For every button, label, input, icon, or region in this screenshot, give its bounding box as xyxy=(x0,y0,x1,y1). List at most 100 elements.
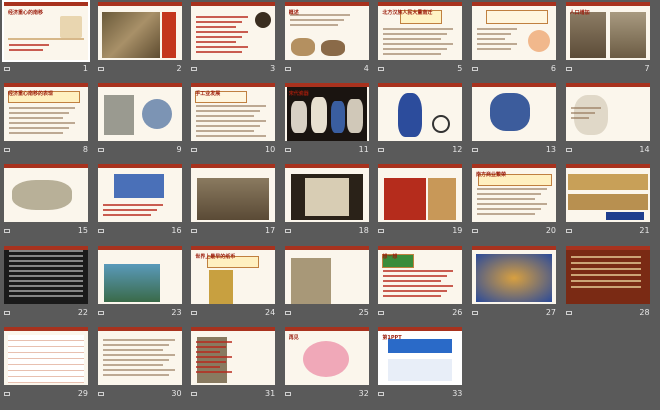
slide-title: 概述 xyxy=(288,10,299,16)
slide-thumbnail-26[interactable]: 想一想 xyxy=(378,245,463,304)
text-line xyxy=(196,350,221,353)
text-line xyxy=(9,294,83,297)
slide-thumbnail-6[interactable] xyxy=(472,2,556,60)
slide-thumbnail-16[interactable] xyxy=(97,164,182,223)
slide-thumbnail-13[interactable] xyxy=(472,83,556,142)
slide-number: 20 xyxy=(545,226,556,236)
text-line xyxy=(196,345,227,348)
text-line xyxy=(9,254,83,257)
slide-transition-icon xyxy=(284,228,291,234)
slide-transition-icon xyxy=(284,66,291,71)
slide-transition-icon xyxy=(284,391,291,396)
slide-number: 14 xyxy=(639,145,650,155)
slide-thumbnail-17[interactable] xyxy=(191,164,276,223)
text-line xyxy=(196,16,249,18)
text-line xyxy=(102,373,169,376)
slide-transition-icon xyxy=(378,310,385,315)
text-line xyxy=(9,249,83,252)
text-line xyxy=(196,365,221,368)
slide-graphic xyxy=(302,340,349,377)
slide-thumbnail-9[interactable] xyxy=(97,83,182,142)
slide-number: 10 xyxy=(265,145,276,155)
slide-title: 手工业发展 xyxy=(195,91,221,98)
slide-thumbnail-22[interactable] xyxy=(4,245,88,304)
slide-number: 8 xyxy=(82,145,88,155)
slide-title: 经济重心的南移 xyxy=(8,10,44,16)
text-line xyxy=(102,358,169,361)
slide-thumbnail-29[interactable] xyxy=(4,326,88,385)
slide-thumbnail-2[interactable] xyxy=(97,2,182,60)
slide-graphic xyxy=(60,16,82,38)
slide-number: 30 xyxy=(171,388,182,398)
text-line xyxy=(196,360,227,363)
slide-thumbnail-10[interactable]: 手工业发展 xyxy=(191,83,276,142)
text-line xyxy=(383,294,442,297)
slide-thumbnail-24[interactable]: 世界上最早的纸币 xyxy=(191,245,276,304)
slide-number: 27 xyxy=(545,307,556,317)
slide-thumbnail-8[interactable]: 经济重心南移的表现 xyxy=(4,83,88,142)
text-line xyxy=(477,193,541,196)
text-line xyxy=(477,43,517,45)
text-line xyxy=(196,125,261,128)
slide-thumbnail-33[interactable]: 第1PPT xyxy=(378,326,463,385)
slide-thumbnail-32[interactable]: 再见 xyxy=(284,326,369,385)
slide-thumbnail-12[interactable] xyxy=(378,83,463,142)
slide-transition-icon xyxy=(4,66,10,71)
slide-thumbnail-20[interactable]: 南方商业繁荣 xyxy=(472,164,556,223)
slide-graphic xyxy=(384,178,427,221)
slide-graphic xyxy=(101,12,160,58)
slide-thumbnail-30[interactable] xyxy=(97,326,182,385)
text-line xyxy=(9,112,69,115)
text-line xyxy=(196,26,237,28)
text-line xyxy=(383,48,448,50)
text-line xyxy=(477,38,505,40)
slide-thumbnail-18[interactable] xyxy=(284,164,369,223)
text-line xyxy=(383,269,454,272)
slide-graphic xyxy=(290,38,315,56)
text-line xyxy=(9,269,83,272)
slide-thumbnail-27[interactable] xyxy=(472,245,556,304)
slide-transition-icon xyxy=(472,147,478,153)
slide-thumbnail-19[interactable] xyxy=(378,164,463,223)
slide-transition-icon xyxy=(284,310,291,315)
text-line xyxy=(289,24,338,26)
slide-graphic xyxy=(8,38,84,40)
slide-transition-icon xyxy=(378,228,385,234)
slide-graphic xyxy=(567,194,648,211)
slide-thumbnail-28[interactable] xyxy=(565,245,650,304)
slide-thumbnail-23[interactable] xyxy=(97,245,182,304)
slide-thumbnail-5[interactable]: 北方汉族人民大量南迁 xyxy=(378,2,463,60)
slide-thumbnail-21[interactable] xyxy=(565,164,650,223)
slide-graphic xyxy=(428,178,457,221)
slide-thumbnail-7[interactable]: 人口增加 xyxy=(565,2,650,60)
text-line xyxy=(9,122,75,125)
slide-graphic xyxy=(12,180,72,211)
text-line xyxy=(383,53,442,55)
text-line xyxy=(383,284,454,287)
text-line xyxy=(570,279,641,282)
slide-thumbnail-3[interactable] xyxy=(191,2,276,60)
slide-number: 32 xyxy=(358,388,369,398)
slide-thumbnail-31[interactable] xyxy=(191,326,276,385)
slide-transition-icon xyxy=(378,147,385,153)
slide-number: 6 xyxy=(550,64,556,73)
slide-thumbnail-11[interactable]: 宋代瓷器 xyxy=(284,83,369,142)
slide-thumbnail-14[interactable] xyxy=(565,83,650,142)
slide-transition-icon xyxy=(565,66,572,71)
slide-graphic xyxy=(8,334,84,383)
text-line xyxy=(383,38,442,40)
slide-thumbnail-1[interactable]: 经济重心的南移 xyxy=(2,0,90,62)
slide-thumbnail-4[interactable]: 概述 xyxy=(284,2,369,60)
slide-graphic xyxy=(490,93,530,132)
slide-number: 12 xyxy=(452,145,463,155)
slide-thumbnail-25[interactable] xyxy=(284,245,369,304)
slide-graphic xyxy=(290,257,331,304)
text-line xyxy=(477,48,511,50)
slide-number: 7 xyxy=(644,64,650,73)
slide-thumbnail-15[interactable] xyxy=(4,164,88,223)
text-line xyxy=(9,49,43,51)
text-line xyxy=(383,28,454,30)
slide-graphic xyxy=(113,174,164,199)
text-line xyxy=(289,19,344,21)
text-line xyxy=(196,41,237,43)
